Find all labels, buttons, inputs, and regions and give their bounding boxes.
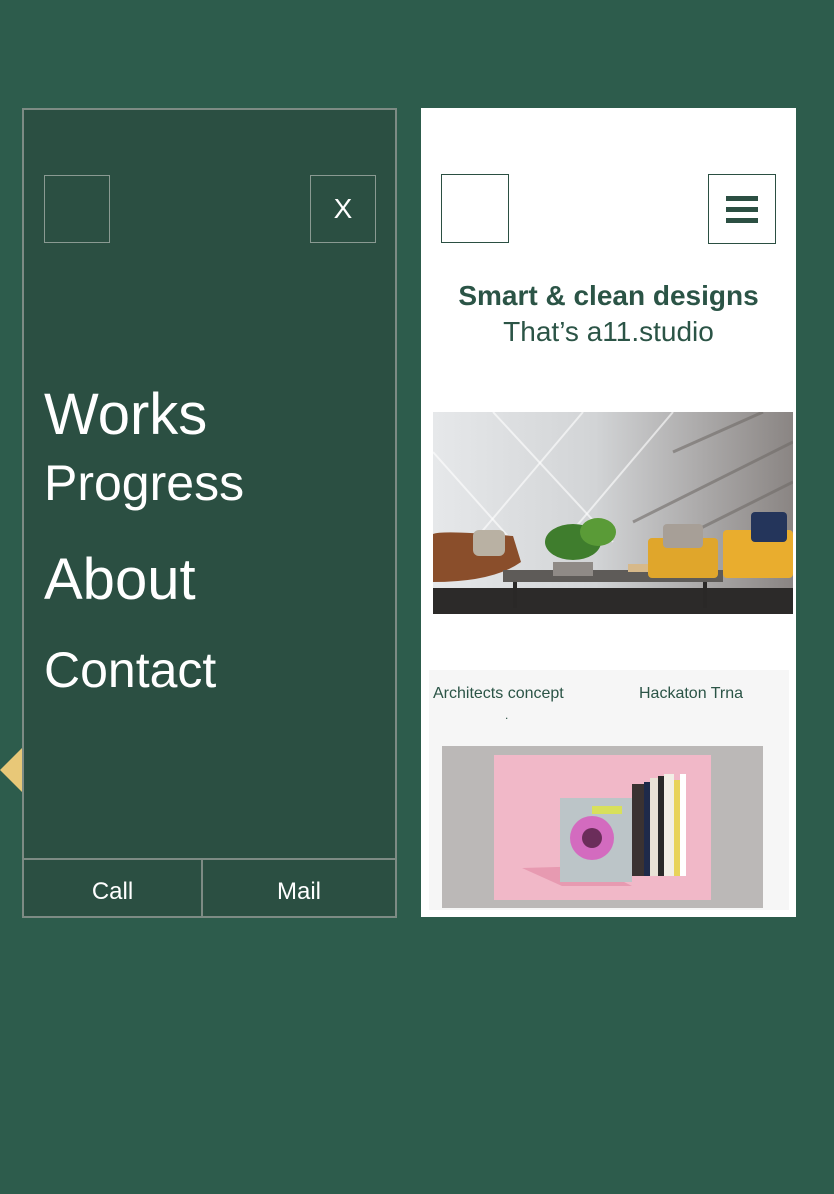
nav-item-contact[interactable]: Contact bbox=[44, 645, 216, 695]
logo-placeholder[interactable] bbox=[44, 175, 110, 243]
mail-button[interactable]: Mail bbox=[203, 860, 395, 916]
nav-item-works[interactable]: Works bbox=[44, 386, 207, 444]
work-item-title[interactable]: Hackaton Trna bbox=[639, 685, 743, 703]
tagline: Smart & clean designs That’s a11.studio bbox=[421, 280, 796, 352]
nav-item-about[interactable]: About bbox=[44, 551, 196, 609]
hamburger-menu-button[interactable] bbox=[708, 174, 776, 244]
work-thumbnail-books[interactable] bbox=[442, 746, 763, 908]
site-home-panel: Smart & clean designs That’s a11.studio bbox=[421, 108, 796, 917]
tagline-light: That’s a11.studio bbox=[503, 316, 714, 347]
menu-footer: Call Mail bbox=[24, 858, 395, 916]
nav-item-progress[interactable]: Progress bbox=[44, 458, 244, 508]
chevron-left-icon[interactable] bbox=[0, 748, 22, 792]
logo-placeholder[interactable] bbox=[441, 174, 509, 243]
close-menu-button[interactable]: X bbox=[310, 175, 376, 243]
hamburger-menu-icon bbox=[726, 195, 758, 201]
hero-image-lounge bbox=[433, 412, 793, 614]
nav-menu-panel: X Works Progress About Contact Call Mail bbox=[22, 108, 397, 918]
call-button[interactable]: Call bbox=[24, 860, 203, 916]
carousel-dot: . bbox=[505, 708, 509, 722]
tagline-bold: Smart & clean designs bbox=[458, 280, 759, 311]
work-item-title[interactable]: Architects concept bbox=[433, 685, 564, 703]
works-carousel: Architects concept . Hackaton Trna bbox=[429, 670, 789, 910]
close-icon: X bbox=[333, 193, 353, 224]
